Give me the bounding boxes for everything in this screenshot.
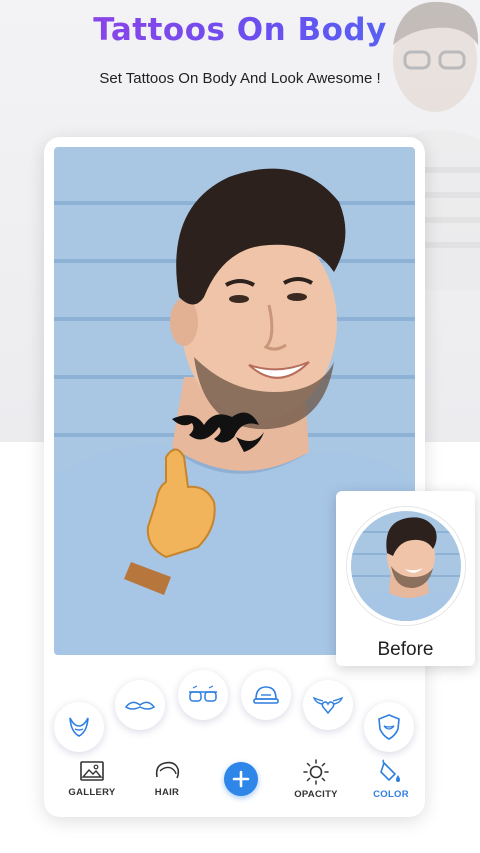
cap-icon <box>253 686 279 704</box>
before-photo <box>347 507 465 625</box>
nav-hair[interactable]: HAIR <box>132 757 202 813</box>
tool-cap[interactable] <box>241 670 291 720</box>
page-title: Tattoos On Body <box>0 12 480 48</box>
color-bucket-icon <box>380 759 400 782</box>
phone-frame: GALLERY HAIR OPACITY COLOR <box>44 137 425 817</box>
nav-gallery-label: GALLERY <box>68 787 116 798</box>
tool-badge[interactable] <box>364 702 414 752</box>
add-button[interactable] <box>224 762 258 796</box>
nav-opacity-label: OPACITY <box>294 789 338 800</box>
sun-opacity-icon <box>303 759 329 785</box>
nav-color-label: COLOR <box>373 789 409 800</box>
nav-color[interactable]: COLOR <box>356 757 426 813</box>
nav-hair-label: HAIR <box>154 787 180 798</box>
tools-row <box>44 657 425 757</box>
gallery-icon <box>80 761 104 781</box>
nav-opacity[interactable]: OPACITY <box>281 757 351 813</box>
mustache-icon <box>124 701 156 710</box>
tool-wings[interactable] <box>303 680 353 730</box>
bottom-nav: GALLERY HAIR OPACITY COLOR <box>44 757 425 813</box>
before-preview-card[interactable]: Before <box>336 491 475 666</box>
nav-gallery[interactable]: GALLERY <box>57 757 127 813</box>
hair-icon <box>155 761 180 779</box>
glasses-icon <box>189 685 217 702</box>
man-before-image <box>351 517 461 621</box>
tool-mustache[interactable] <box>115 680 165 730</box>
tool-beard[interactable] <box>54 702 104 752</box>
before-label: Before <box>377 639 434 660</box>
page-subtitle: Set Tattoos On Body And Look Awesome ! <box>99 70 381 87</box>
plus-icon <box>232 770 250 788</box>
beard-icon <box>69 717 89 737</box>
tool-glasses[interactable] <box>178 670 228 720</box>
winged-heart-icon <box>312 696 344 715</box>
shield-badge-icon <box>378 714 400 740</box>
